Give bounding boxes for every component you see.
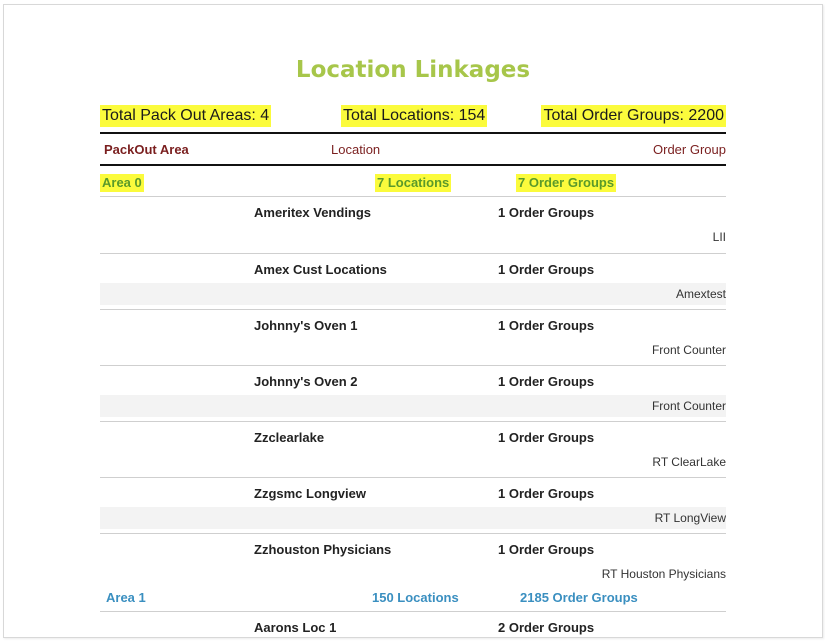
order-group-name: Front Counter <box>651 399 726 413</box>
location-row: Amex Cust Locations 1 Order Groups Amext… <box>100 254 726 310</box>
location-row: Zzgsmc Longview 1 Order Groups RT LongVi… <box>100 478 726 534</box>
column-header-location: Location <box>331 142 381 157</box>
location-order-group-count: 1 Order Groups <box>498 486 595 501</box>
location-order-group-count: 1 Order Groups <box>498 374 595 389</box>
area-name: Area 1 <box>106 590 146 605</box>
location-name: Zzhouston Physicians <box>254 542 392 557</box>
order-group-line: Amextest <box>100 283 726 305</box>
total-locations: Total Locations: 154 <box>341 105 488 127</box>
order-group-name: RT Houston Physicians <box>601 567 726 581</box>
order-group-name: Amextest <box>675 287 726 301</box>
column-header-packout-area: PackOut Area <box>104 142 189 157</box>
header-top-rule <box>100 132 726 134</box>
report-title: Location Linkages <box>295 57 531 83</box>
order-group-line: Front Counter <box>100 339 726 361</box>
location-name: Amex Cust Locations <box>254 262 387 277</box>
order-group-name: LII <box>712 230 726 244</box>
total-packout-areas: Total Pack Out Areas: 4 <box>100 105 272 127</box>
location-row: Johnny's Oven 2 1 Order Groups Front Cou… <box>100 366 726 422</box>
order-group-name: Front Counter <box>651 343 726 357</box>
location-name: Ameritex Vendings <box>254 205 372 220</box>
location-order-group-count: 1 Order Groups <box>498 205 595 220</box>
area-location-count: 7 Locations <box>375 174 452 192</box>
order-group-line: Front Counter <box>100 395 726 417</box>
order-group-name: RT ClearLake <box>652 455 726 469</box>
location-name: Johnny's Oven 2 <box>254 374 358 389</box>
location-row: Ameritex Vendings 1 Order Groups LII <box>100 197 726 253</box>
order-group-line: RT LongView <box>100 507 726 529</box>
column-header-order-group: Order Group <box>653 142 726 157</box>
order-group-line: RT Houston Physicians <box>100 563 726 585</box>
total-order-groups: Total Order Groups: 2200 <box>541 105 726 127</box>
location-name: Zzclearlake <box>254 430 325 445</box>
area-name: Area 0 <box>100 174 144 192</box>
report-totals: Total Pack Out Areas: 4 Total Locations:… <box>100 105 726 129</box>
area-order-group-count: 7 Order Groups <box>516 174 617 192</box>
area-group-header: Area 0 7 Locations 7 Order Groups <box>100 174 726 194</box>
header-bottom-rule <box>100 164 726 166</box>
location-name: Aarons Loc 1 <box>254 620 337 635</box>
location-name: Zzgsmc Longview <box>254 486 366 501</box>
area-location-count: 150 Locations <box>372 590 459 605</box>
location-row: Johnny's Oven 1 1 Order Groups Front Cou… <box>100 310 726 366</box>
location-row: Zzhouston Physicians 1 Order Groups RT H… <box>100 534 726 590</box>
location-order-group-count: 1 Order Groups <box>498 430 595 445</box>
order-group-line: RT ClearLake <box>100 451 726 473</box>
location-row: Aarons Loc 1 2 Order Groups <box>100 612 726 637</box>
area-order-group-count: 2185 Order Groups <box>520 590 638 605</box>
order-group-name: RT LongView <box>654 511 726 525</box>
report-page: Location Linkages Total Pack Out Areas: … <box>3 4 823 638</box>
location-row: Zzclearlake 1 Order Groups RT ClearLake <box>100 422 726 478</box>
location-order-group-count: 1 Order Groups <box>498 542 595 557</box>
location-order-group-count: 1 Order Groups <box>498 262 595 277</box>
location-name: Johnny's Oven 1 <box>254 318 358 333</box>
order-group-line: LII <box>100 226 726 248</box>
location-order-group-count: 2 Order Groups <box>498 620 595 635</box>
location-order-group-count: 1 Order Groups <box>498 318 595 333</box>
area-group-header: Area 1 150 Locations 2185 Order Groups <box>100 589 726 609</box>
